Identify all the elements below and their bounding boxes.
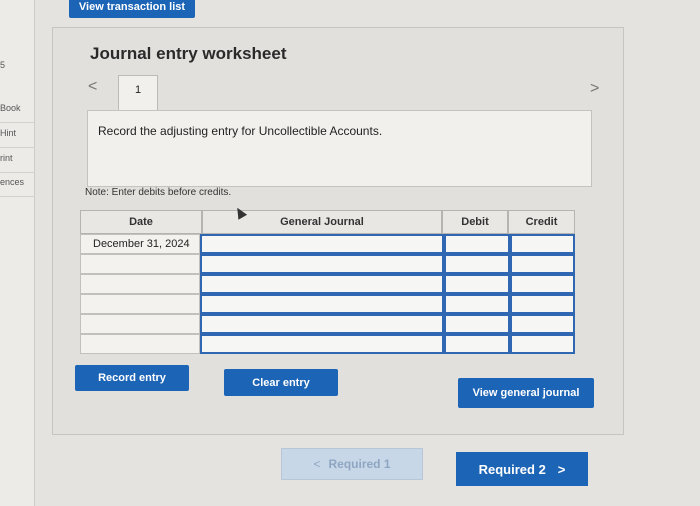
- header-date: Date: [80, 210, 202, 234]
- date-cell: December 31, 2024: [80, 234, 200, 254]
- date-cell: [80, 254, 200, 274]
- sidebar-item-label: Hint: [0, 128, 17, 138]
- required-1-button[interactable]: < Required 1: [281, 448, 423, 480]
- instruction-box: [87, 110, 592, 187]
- header-credit: Credit: [508, 210, 575, 234]
- credit-input[interactable]: [510, 254, 575, 274]
- table-row: [80, 254, 575, 274]
- clear-entry-button[interactable]: Clear entry: [224, 369, 338, 396]
- sidebar-item-label: 5: [0, 60, 6, 70]
- table-row: [80, 314, 575, 334]
- sidebar-item-references[interactable]: ences: [0, 177, 34, 197]
- table-row: December 31, 2024: [80, 234, 575, 254]
- table-row: [80, 294, 575, 314]
- view-general-journal-button[interactable]: View general journal: [458, 378, 594, 408]
- sidebar-item-label: rint: [0, 153, 13, 163]
- date-cell: [80, 334, 200, 354]
- sidebar-item-print[interactable]: rint: [0, 153, 34, 173]
- sidebar-item-hint[interactable]: Hint: [0, 128, 34, 148]
- table-row: [80, 334, 575, 354]
- debit-input[interactable]: [444, 314, 510, 334]
- chevron-left-icon: <: [313, 457, 321, 471]
- tab-entry-1[interactable]: 1: [118, 75, 158, 111]
- debit-input[interactable]: [444, 334, 510, 354]
- tab-label: 1: [134, 84, 142, 96]
- required-1-label: Required 1: [328, 457, 391, 471]
- required-2-button[interactable]: Required 2 >: [456, 452, 588, 486]
- date-cell: [80, 294, 200, 314]
- account-input[interactable]: [200, 334, 444, 354]
- sidebar-item-label: Book: [0, 103, 21, 113]
- date-cell: [80, 314, 200, 334]
- note-text: Note: Enter debits before credits.: [85, 187, 232, 198]
- account-input[interactable]: [200, 234, 444, 254]
- credit-input[interactable]: [510, 334, 575, 354]
- debit-input[interactable]: [444, 274, 510, 294]
- page-title: Journal entry worksheet: [90, 44, 287, 63]
- credit-input[interactable]: [510, 314, 575, 334]
- account-input[interactable]: [200, 274, 444, 294]
- journal-table: Date General Journal Debit Credit Decemb…: [80, 210, 575, 362]
- next-entry-chevron-right-icon[interactable]: >: [590, 80, 599, 98]
- account-input[interactable]: [200, 314, 444, 334]
- record-entry-button[interactable]: Record entry: [75, 365, 189, 391]
- header-debit: Debit: [442, 210, 508, 234]
- sidebar-item-label: ences: [0, 177, 25, 187]
- table-row: [80, 274, 575, 294]
- chevron-right-icon: >: [557, 461, 566, 477]
- credit-input[interactable]: [510, 294, 575, 314]
- prev-entry-chevron-left-icon[interactable]: <: [88, 78, 97, 96]
- required-2-label: Required 2: [478, 461, 546, 477]
- instruction-text: Record the adjusting entry for Uncollect…: [98, 124, 383, 138]
- credit-input[interactable]: [510, 234, 575, 254]
- account-input[interactable]: [200, 254, 444, 274]
- sidebar-item-ebook[interactable]: Book: [0, 103, 34, 123]
- account-input[interactable]: [200, 294, 444, 314]
- credit-input[interactable]: [510, 274, 575, 294]
- sidebar-item-top[interactable]: 5: [0, 60, 34, 79]
- debit-input[interactable]: [444, 234, 510, 254]
- left-sidebar: 5 Book Hint rint ences: [0, 0, 35, 506]
- debit-input[interactable]: [444, 294, 510, 314]
- view-transaction-list-button[interactable]: View transaction list: [69, 0, 195, 18]
- date-cell: [80, 274, 200, 294]
- debit-input[interactable]: [444, 254, 510, 274]
